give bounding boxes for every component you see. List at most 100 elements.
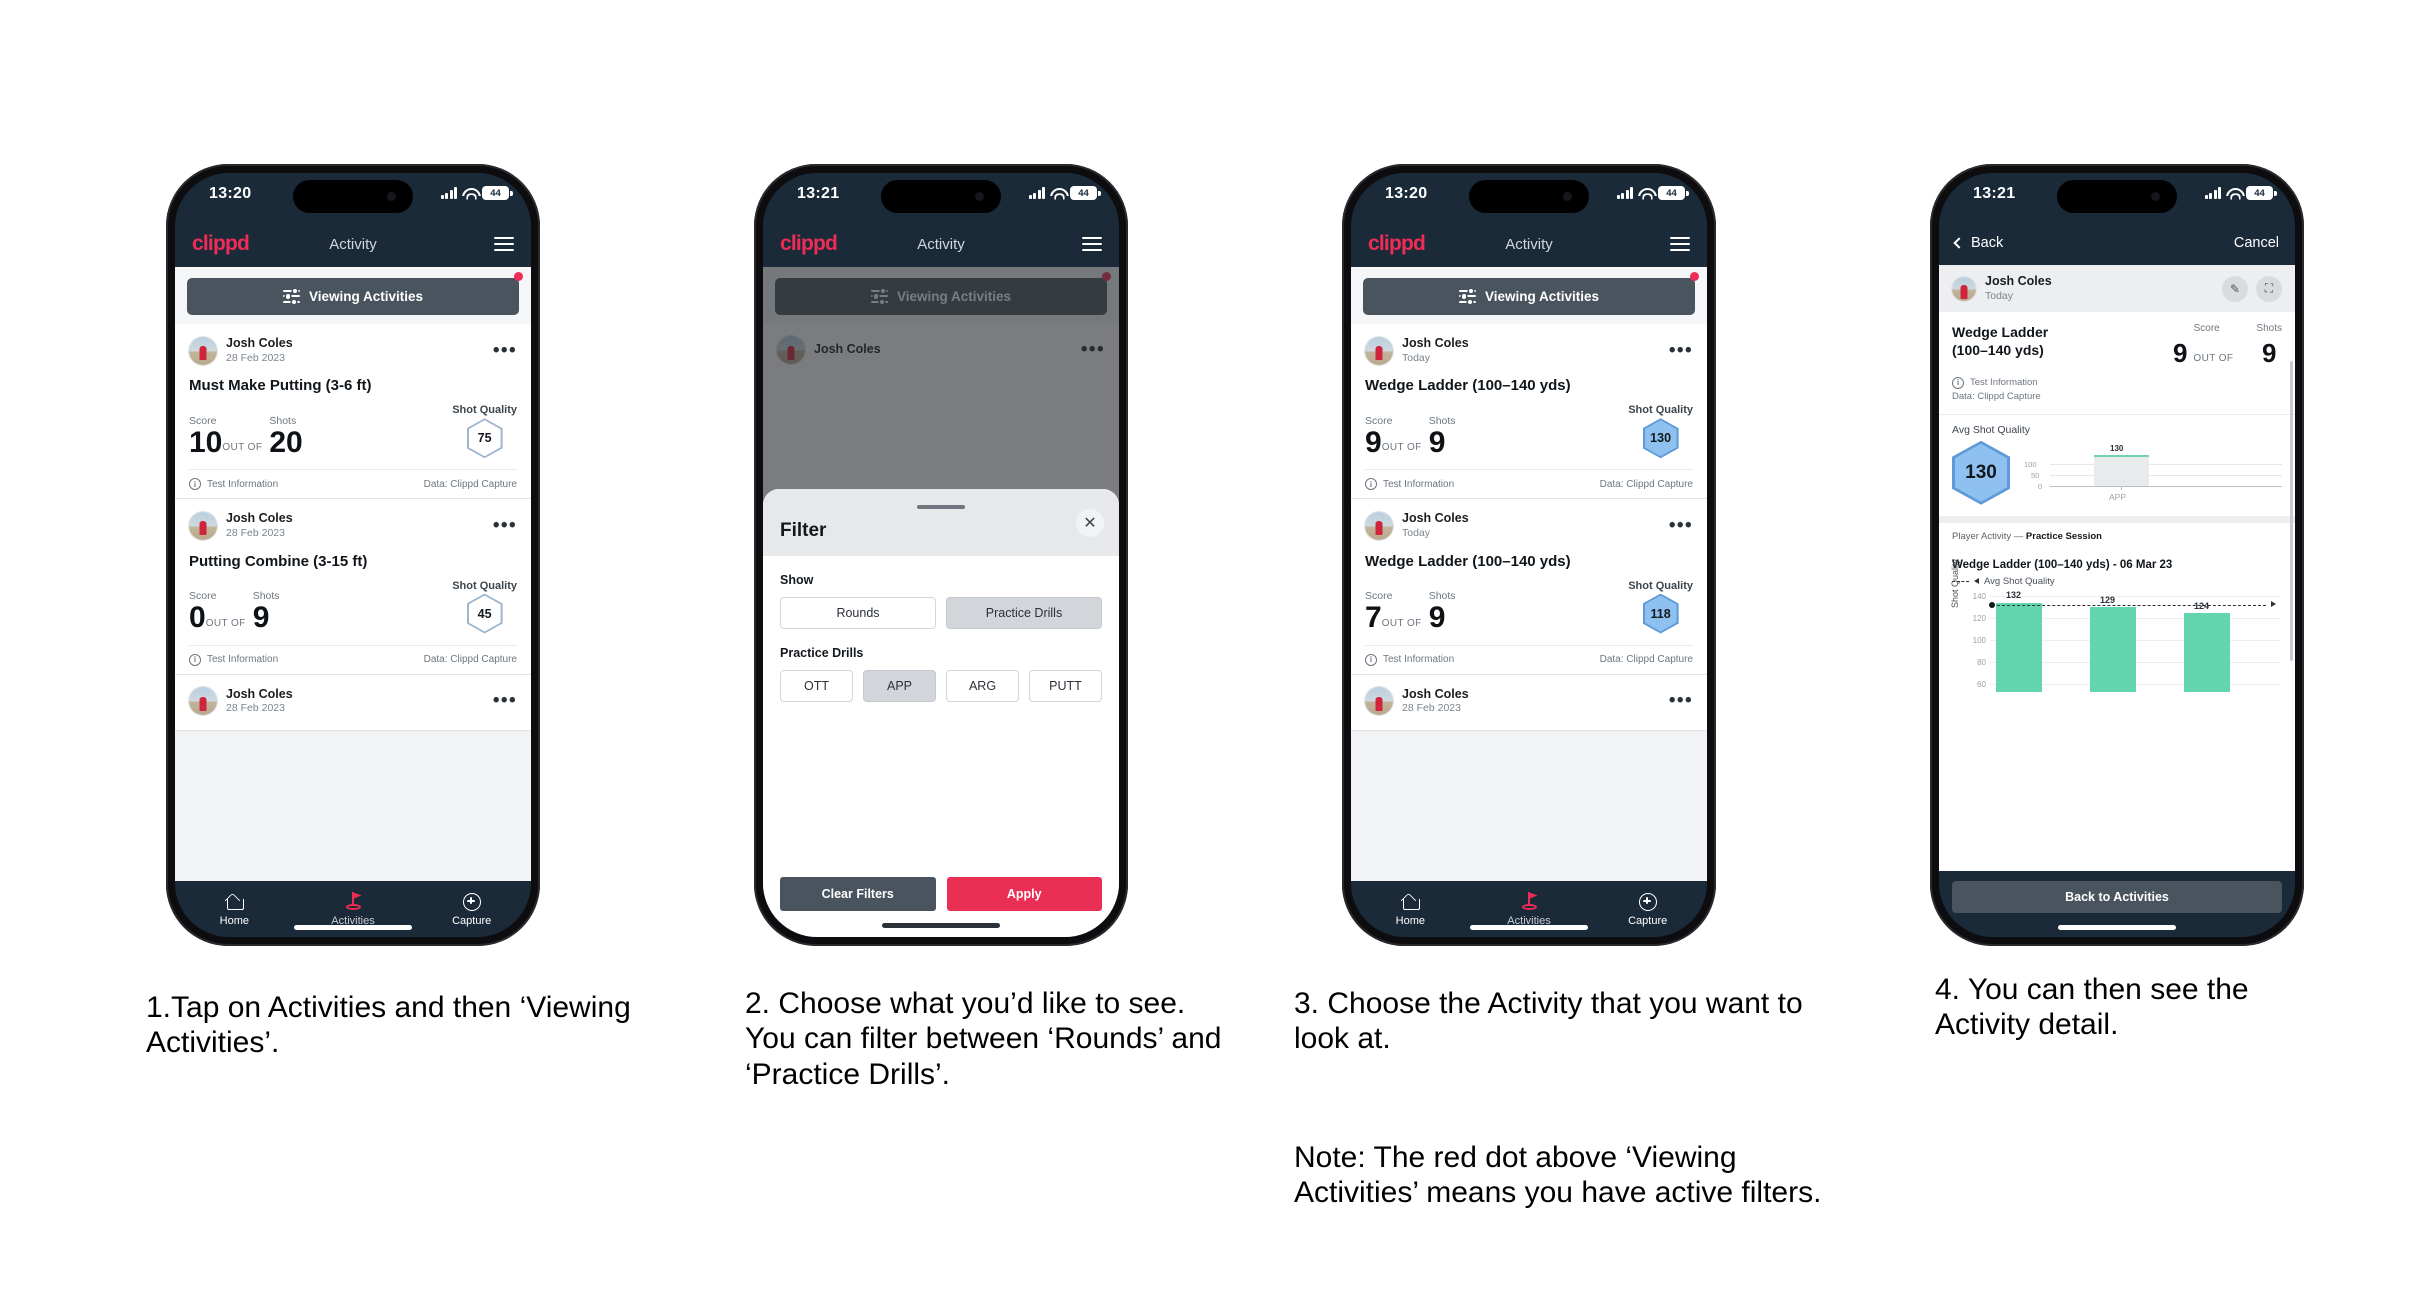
data-source-label: Data: Clippd Capture [1599,478,1693,490]
nav-home[interactable]: Home [175,891,294,927]
nav-activities[interactable]: Activities [1470,891,1589,929]
cellular-icon [2204,187,2221,199]
home-icon [1402,894,1420,910]
cellular-icon [1616,187,1633,199]
out-of-label: OUT OF [1381,617,1422,629]
app-summary-chart: 100 50 0 130 APP [2024,440,2282,506]
card-menu-icon[interactable]: ••• [1669,692,1693,710]
hamburger-icon[interactable] [1082,236,1102,252]
out-of-label: OUT OF [2193,353,2234,365]
apply-button[interactable]: Apply [946,877,1102,911]
wifi-icon [462,187,477,199]
out-of-label: OUT OF [222,442,263,454]
info-icon: i [1952,377,1964,390]
hamburger-icon[interactable] [1670,236,1690,252]
scrollbar[interactable] [2290,361,2293,661]
activity-card[interactable]: Josh Coles 28 Feb 2023 ••• Must Make Put… [175,324,531,500]
cellular-icon [440,187,457,199]
caption-2: 2. Choose what you’d like to see. You ca… [745,987,1222,1091]
score-label: Score [2193,323,2220,335]
nav-capture-label: Capture [1628,915,1668,927]
info-icon: i [1365,653,1377,666]
app-bar-1: clippd Activity [175,221,531,267]
caption-3: 3. Choose the Activity that you want to … [1294,987,1803,1056]
bar-2 [2090,606,2136,692]
activity-date: Today [1985,289,2014,302]
mini-bar-cap [2094,454,2149,458]
nav-capture[interactable]: Capture [412,891,531,927]
score-label: Score [1365,414,1393,427]
shot-quality-value: 130 [1644,420,1677,457]
mini-x-label: APP [2109,491,2127,502]
clear-filters-button[interactable]: Clear Filters [780,877,936,911]
shots-value: 9 [1428,425,1446,459]
shot-quality-label: Shot Quality [452,404,517,417]
activity-card[interactable]: Josh Coles Today ••• Wedge Ladder (100–1… [1351,324,1707,500]
wifi-icon [2226,187,2241,199]
avatar [1365,687,1393,716]
chart-y-axis-title: Shot Quality [1950,558,1960,608]
hamburger-icon[interactable] [494,236,514,252]
nav-capture[interactable]: Capture [1588,891,1707,927]
back-button[interactable]: Back [1953,235,2003,251]
nav-activities[interactable]: Activities [294,891,413,929]
activity-card[interactable]: Josh Coles 28 Feb 2023 ••• Putting Combi… [175,499,531,675]
viewing-activities-label: Viewing Activities [308,289,424,304]
chip-arg[interactable]: ARG [946,670,1019,702]
shot-quality-label: Shot Quality [1628,579,1693,592]
avatar [1365,336,1393,365]
out-of-label: OUT OF [1381,442,1422,454]
shots-label: Shots [1428,414,1456,427]
mini-ytick-0: 0 [2038,481,2043,491]
chip-app[interactable]: APP [863,670,936,702]
back-to-activities-button[interactable]: Back to Activities [1952,881,2282,913]
shot-quality-value: 45 [468,595,501,632]
card-menu-icon[interactable]: ••• [493,517,517,535]
player-name: Josh Coles [226,336,293,350]
shots-value: 20 [269,425,303,459]
phone-3: 13:20 44 clippd Activity Viewing Activit… [1342,164,1716,946]
status-bar-3: 13:20 44 [1351,173,1707,221]
drag-handle[interactable] [917,505,965,509]
activity-title: Wedge Ladder (100–140 yds) [1365,377,1571,395]
card-menu-icon[interactable]: ••• [493,341,517,359]
golf-flag-icon [344,892,363,911]
avg-line-end-arrow [2271,601,2276,608]
cancel-button[interactable]: Cancel [2234,235,2279,251]
close-icon[interactable]: ✕ [1076,509,1104,537]
nav-capture-label: Capture [452,915,492,927]
expand-icon[interactable]: ⛶ [2256,275,2282,302]
chip-rounds[interactable]: Rounds [780,597,936,629]
chevron-left-icon [1953,237,1965,249]
card-menu-icon[interactable]: ••• [1669,341,1693,359]
chip-putt[interactable]: PUTT [1029,670,1102,702]
status-time: 13:21 [797,185,840,202]
nav-home-label: Home [1395,915,1425,927]
filter-modal: Filter ✕ Show Rounds Practice Drills Pra… [763,489,1119,937]
status-bar-1: 13:20 44 [175,173,531,221]
viewing-activities-button[interactable]: Viewing Activities [187,278,519,315]
caption-3-note: Note: The red dot above ‘Viewing Activit… [1294,1141,1822,1210]
battery-icon: 44 [1658,186,1689,200]
chip-ott[interactable]: OTT [780,670,853,702]
notch [1469,180,1589,213]
activity-card[interactable]: Josh Coles 28 Feb 2023 ••• [175,674,531,731]
avg-shot-quality-label: Avg Shot Quality [1952,423,2031,436]
caption-1: 1.Tap on Activities and then ‘Viewing Ac… [146,991,631,1060]
pencil-icon[interactable]: ✎ [2222,275,2248,302]
screen-3: Viewing Activities Josh Coles Today ••• … [1351,267,1707,881]
card-menu-icon[interactable]: ••• [493,692,517,710]
chart-title: Wedge Ladder (100–140 yds) - 06 Mar 23 [1952,558,2173,571]
activity-card[interactable]: Josh Coles Today ••• Wedge Ladder (100–1… [1351,499,1707,675]
battery-icon: 44 [2246,186,2277,200]
chip-practice-drills[interactable]: Practice Drills [946,597,1102,629]
card-menu-icon[interactable]: ••• [1669,517,1693,535]
nav-home[interactable]: Home [1351,891,1470,927]
data-source-label: Data: Clippd Capture [1599,654,1693,666]
avg-line-start-dot [1989,601,1995,608]
legend-label: Avg Shot Quality [1984,575,2055,587]
activity-date: 28 Feb 2023 [226,351,285,364]
activity-card[interactable]: Josh Coles 28 Feb 2023 ••• [1351,674,1707,731]
bar-3-value: 124 [2194,600,2210,611]
viewing-activities-button[interactable]: Viewing Activities [1363,278,1695,315]
